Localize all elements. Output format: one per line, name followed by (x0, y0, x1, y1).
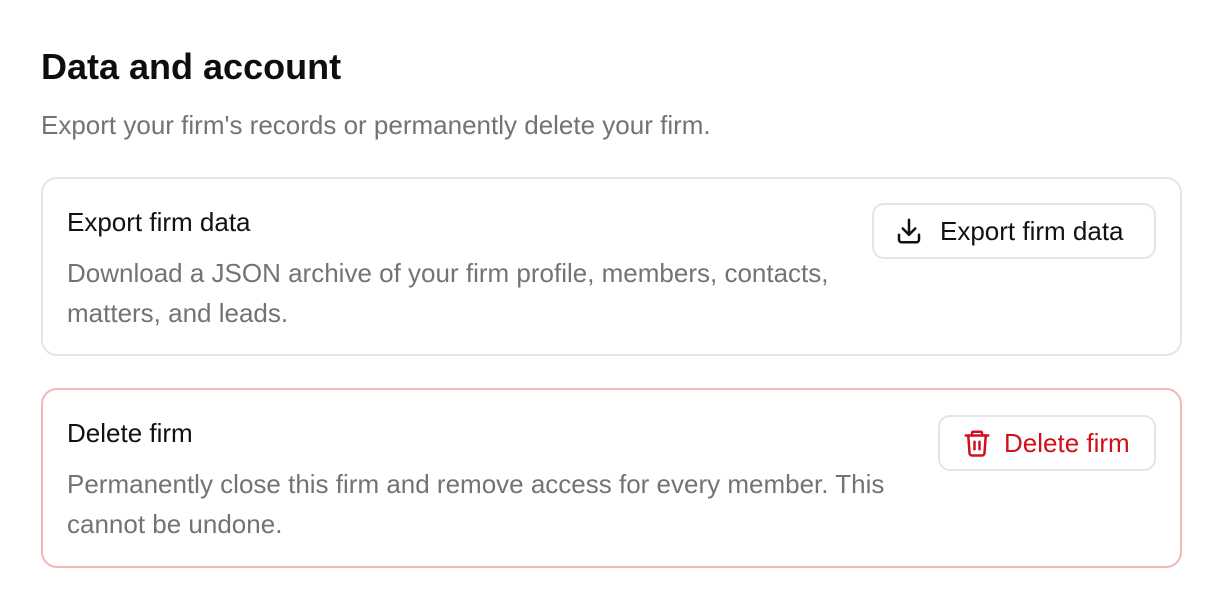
delete-card-title: Delete firm (67, 418, 193, 448)
export-card-title: Export firm data (67, 207, 251, 237)
export-button-label: Export firm data (940, 215, 1124, 246)
data-and-account-page: Data and account Export your firm's reco… (0, 0, 1224, 608)
delete-button-label: Delete firm (1004, 427, 1130, 458)
export-card-description: Download a JSON archive of your firm pro… (67, 258, 829, 328)
download-icon (894, 216, 924, 246)
section-title: Data and account (41, 46, 342, 87)
trash-icon (962, 428, 992, 458)
export-firm-data-button[interactable]: Export firm data (872, 203, 1156, 259)
delete-card-description: Permanently close this firm and remove a… (67, 469, 885, 539)
export-firm-data-card: Export firm data Download a JSON archive… (41, 177, 1182, 356)
delete-firm-button[interactable]: Delete firm (938, 415, 1156, 471)
section-description: Export your firm's records or permanentl… (41, 110, 711, 140)
delete-firm-card: Delete firm Permanently close this firm … (41, 388, 1182, 568)
